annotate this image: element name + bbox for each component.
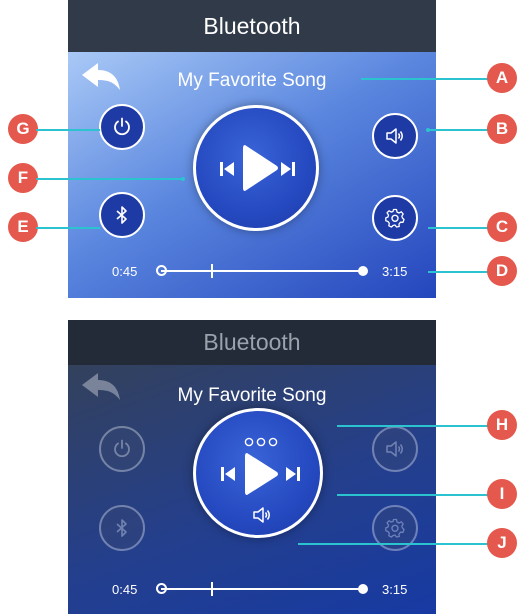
gear-icon [385,208,405,228]
elapsed-time: 0:45 [112,582,138,597]
seek-start-handle [156,265,167,276]
callout-badge-f: F [8,163,38,193]
volume-icon [386,128,403,144]
callout-line-g [36,129,100,131]
callout-line-a [361,78,498,80]
power-icon [114,439,130,458]
seek-position-marker[interactable] [211,582,213,596]
callout-dot-b [426,128,430,132]
power-icon [114,117,130,136]
volume-button[interactable] [372,426,418,472]
bluetooth-screen-default: Bluetooth My Favorite Song 0:45 3:15 [68,0,436,298]
seek-start-handle [156,583,167,594]
callout-badge-i: I [487,479,517,509]
next-icon[interactable] [280,161,296,177]
volume-button[interactable] [372,113,418,159]
bluetooth-button[interactable] [99,505,145,551]
settings-button[interactable] [372,195,418,241]
seek-end-handle [358,266,368,276]
total-duration: 3:15 [382,264,408,279]
callout-badge-j: J [487,528,517,558]
seek-track[interactable] [161,588,361,590]
callout-line-i [337,494,498,496]
volume-icon [386,441,403,457]
callout-badge-b: B [487,114,517,144]
song-title: My Favorite Song [177,385,327,406]
callout-badge-a: A [487,63,517,93]
total-duration: 3:15 [382,582,408,597]
callout-line-e [36,227,100,229]
play-icon[interactable] [243,451,279,497]
elapsed-time: 0:45 [112,264,138,279]
screen-body: My Favorite Song 0:45 3:15 [68,52,436,298]
bluetooth-screen-expanded: Bluetooth My Favorite Song 0:45 3:15 [68,320,436,614]
callout-badge-d: D [487,256,517,286]
previous-icon[interactable] [220,466,236,482]
callout-line-h [337,425,498,427]
previous-icon[interactable] [219,161,235,177]
song-title: My Favorite Song [177,70,327,91]
callout-badge-c: C [487,212,517,242]
power-button[interactable] [99,426,145,472]
seek-end-handle [358,584,368,594]
seek-track[interactable] [161,270,361,272]
next-icon[interactable] [285,466,301,482]
screen-title: Bluetooth [68,0,436,52]
volume-icon[interactable] [252,505,272,525]
bluetooth-icon [116,206,127,224]
bluetooth-icon [116,519,127,537]
callout-badge-e: E [8,212,38,242]
seek-position-marker[interactable] [211,264,213,278]
play-icon[interactable] [241,143,279,193]
screen-body: My Favorite Song 0:45 3:15 [68,365,436,614]
screen-title: Bluetooth [68,320,436,365]
callout-badge-g: G [8,114,38,144]
callout-line-j [298,543,498,545]
gear-icon [385,518,405,538]
callout-dot-f [181,177,185,181]
power-button[interactable] [99,104,145,150]
bluetooth-button[interactable] [99,192,145,238]
more-dots-icon[interactable] [244,437,278,447]
callout-badge-h: H [487,410,517,440]
callout-line-f [36,178,183,180]
playback-control-circle [193,105,319,231]
playback-control-circle [193,408,323,538]
